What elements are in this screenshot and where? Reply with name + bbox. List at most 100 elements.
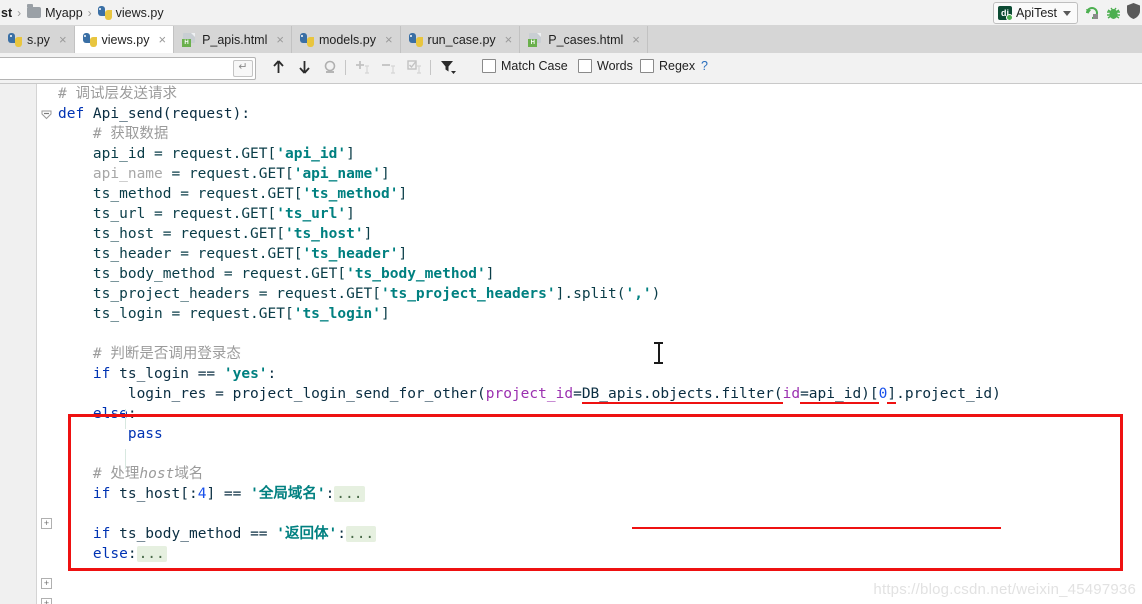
python-file-icon [299,32,314,47]
code-token-plain: ts_login = request.GET[ [92,306,294,322]
breadcrumb-separator: › [17,5,22,20]
fold-expand-icon[interactable]: + [41,578,52,589]
tab-s-py[interactable]: s.py × [0,26,75,53]
code-token-plain: ] [398,246,408,262]
breadcrumb-myapp-label: Myapp [45,5,83,20]
chevron-down-icon [1063,10,1071,16]
tab-close-icon[interactable]: × [276,33,284,46]
code-line: ts_project_headers = request.GET['ts_pro… [58,284,1142,304]
find-previous-button[interactable] [268,57,288,77]
search-input-wrapper[interactable]: ↵ [0,57,256,80]
remove-selection-button[interactable] [379,57,399,77]
select-all-occurrences-button[interactable] [320,57,340,77]
regex-help-link[interactable]: ? [701,59,708,73]
code-text[interactable]: # 调试层发送请求 def Api_send(request): # 获取数据 … [58,84,1142,604]
tab-close-icon[interactable]: × [158,33,166,46]
code-token-comment: # 处理 [92,466,140,482]
tab-label: models.py [318,32,376,47]
code-token-string: 'api_id' [276,146,347,162]
tab-views-py[interactable]: views.py × [74,26,175,53]
indent-guide [125,449,126,469]
run-icon[interactable] [1084,5,1100,21]
tab-run-case-py[interactable]: run_case.py × [400,26,521,53]
code-token-plain: : [325,486,335,502]
tab-close-icon[interactable]: × [59,33,67,46]
code-token-keyword: def [58,106,85,122]
select-all-button[interactable] [405,57,425,77]
tab-label: P_apis.html [202,32,268,47]
filter-button[interactable] [438,57,458,77]
find-next-button[interactable] [294,57,314,77]
editor-gutter[interactable] [0,84,36,604]
code-token-plain: ts_url = request.GET[ [92,206,277,222]
code-token-comment-italic: host [139,466,175,482]
code-token-plain: : [267,366,277,382]
code-token-comment: # 获取数据 [92,126,169,142]
tab-models-py[interactable]: models.py × [291,26,401,53]
code-line: else: [58,404,1142,424]
fold-collapse-icon[interactable] [41,109,52,120]
run-configuration-selector[interactable]: dj ApiTest [993,2,1078,24]
checkbox-box[interactable] [640,59,654,73]
toolbar-divider [345,60,346,75]
run-toolbar: dj ApiTest [993,2,1140,24]
code-token-plain: ts_login == [110,366,224,382]
code-token-plain: ) [651,286,661,302]
ide-window: st › Myapp › views.py dj ApiTest s.py × … [0,0,1142,604]
code-token-plain: ] [363,226,373,242]
code-token-plain: ] [398,186,408,202]
editor-tab-bar: s.py × views.py × H P_apis.html × models… [0,25,1142,54]
checkbox-box[interactable] [482,59,496,73]
regex-checkbox[interactable]: Regex [640,59,695,73]
code-token-comment: # 判断是否调用登录态 [92,346,241,362]
code-line: # 处理host域名 [58,464,1142,484]
code-token-plain: : [337,526,346,542]
code-token-string: 'api_name' [293,166,382,182]
tab-close-icon[interactable]: × [385,33,393,46]
search-input[interactable] [0,59,233,78]
code-token-plain: ts_header = request.GET[ [92,246,303,262]
folded-region[interactable]: ... [136,546,167,562]
code-token-string: 'ts_method' [302,186,399,202]
tab-p-cases-html[interactable]: H P_cases.html × [520,26,648,53]
enter-icon[interactable]: ↵ [233,60,253,77]
code-token-string: 'yes' [223,366,268,382]
code-token-keyword: else [92,406,128,422]
code-token-plain: api_id = request.GET[ [92,146,277,162]
debug-bug-icon[interactable] [1106,6,1121,21]
code-token-plain: login_res = project_login_send_for_other… [127,386,486,402]
code-editor[interactable]: + + + # 调试层发送请求 def Api_send(request): #… [0,84,1142,604]
code-token-plain: : [127,406,137,422]
shield-icon[interactable] [1127,2,1140,24]
match-case-checkbox[interactable]: Match Case [482,59,568,73]
code-token-unused-var: api_name [92,166,163,182]
fold-expand-icon[interactable]: + [41,518,52,529]
folded-region[interactable]: ... [334,486,365,502]
find-toolbar: ↵ Match Case Words Regex ? [0,53,1142,84]
code-line: login_res = project_login_send_for_other… [58,384,1142,404]
code-token-plain: ] [381,166,390,182]
breadcrumb-item-views[interactable]: views.py [97,5,165,20]
code-token-string: 'ts_login' [293,306,382,322]
code-token-plain: ts_host[: [110,486,198,502]
code-line: # 获取数据 [58,124,1142,144]
folded-region[interactable]: ... [345,526,377,542]
code-token-plain: ts_method = request.GET[ [92,186,303,202]
code-token-string: 'ts_host' [284,226,364,242]
tab-close-icon[interactable]: × [632,33,640,46]
breadcrumb-item-myapp[interactable]: Myapp [26,4,84,20]
code-line: ts_url = request.GET['ts_url'] [58,204,1142,224]
code-token-plain: ] [485,266,495,282]
tab-p-apis-html[interactable]: H P_apis.html × [174,26,292,53]
code-line: ts_host = request.GET['ts_host'] [58,224,1142,244]
add-selection-button[interactable] [353,57,373,77]
code-token-kwarg: project_id [485,386,574,402]
checkbox-box[interactable] [578,59,592,73]
code-token-plain: ] [346,206,355,222]
django-icon: dj [998,6,1013,21]
folder-icon [27,4,42,18]
tab-close-icon[interactable]: × [505,33,513,46]
words-checkbox[interactable]: Words [578,59,633,73]
fold-expand-icon[interactable]: + [41,598,52,604]
breadcrumb-item-project[interactable]: st [0,6,13,20]
